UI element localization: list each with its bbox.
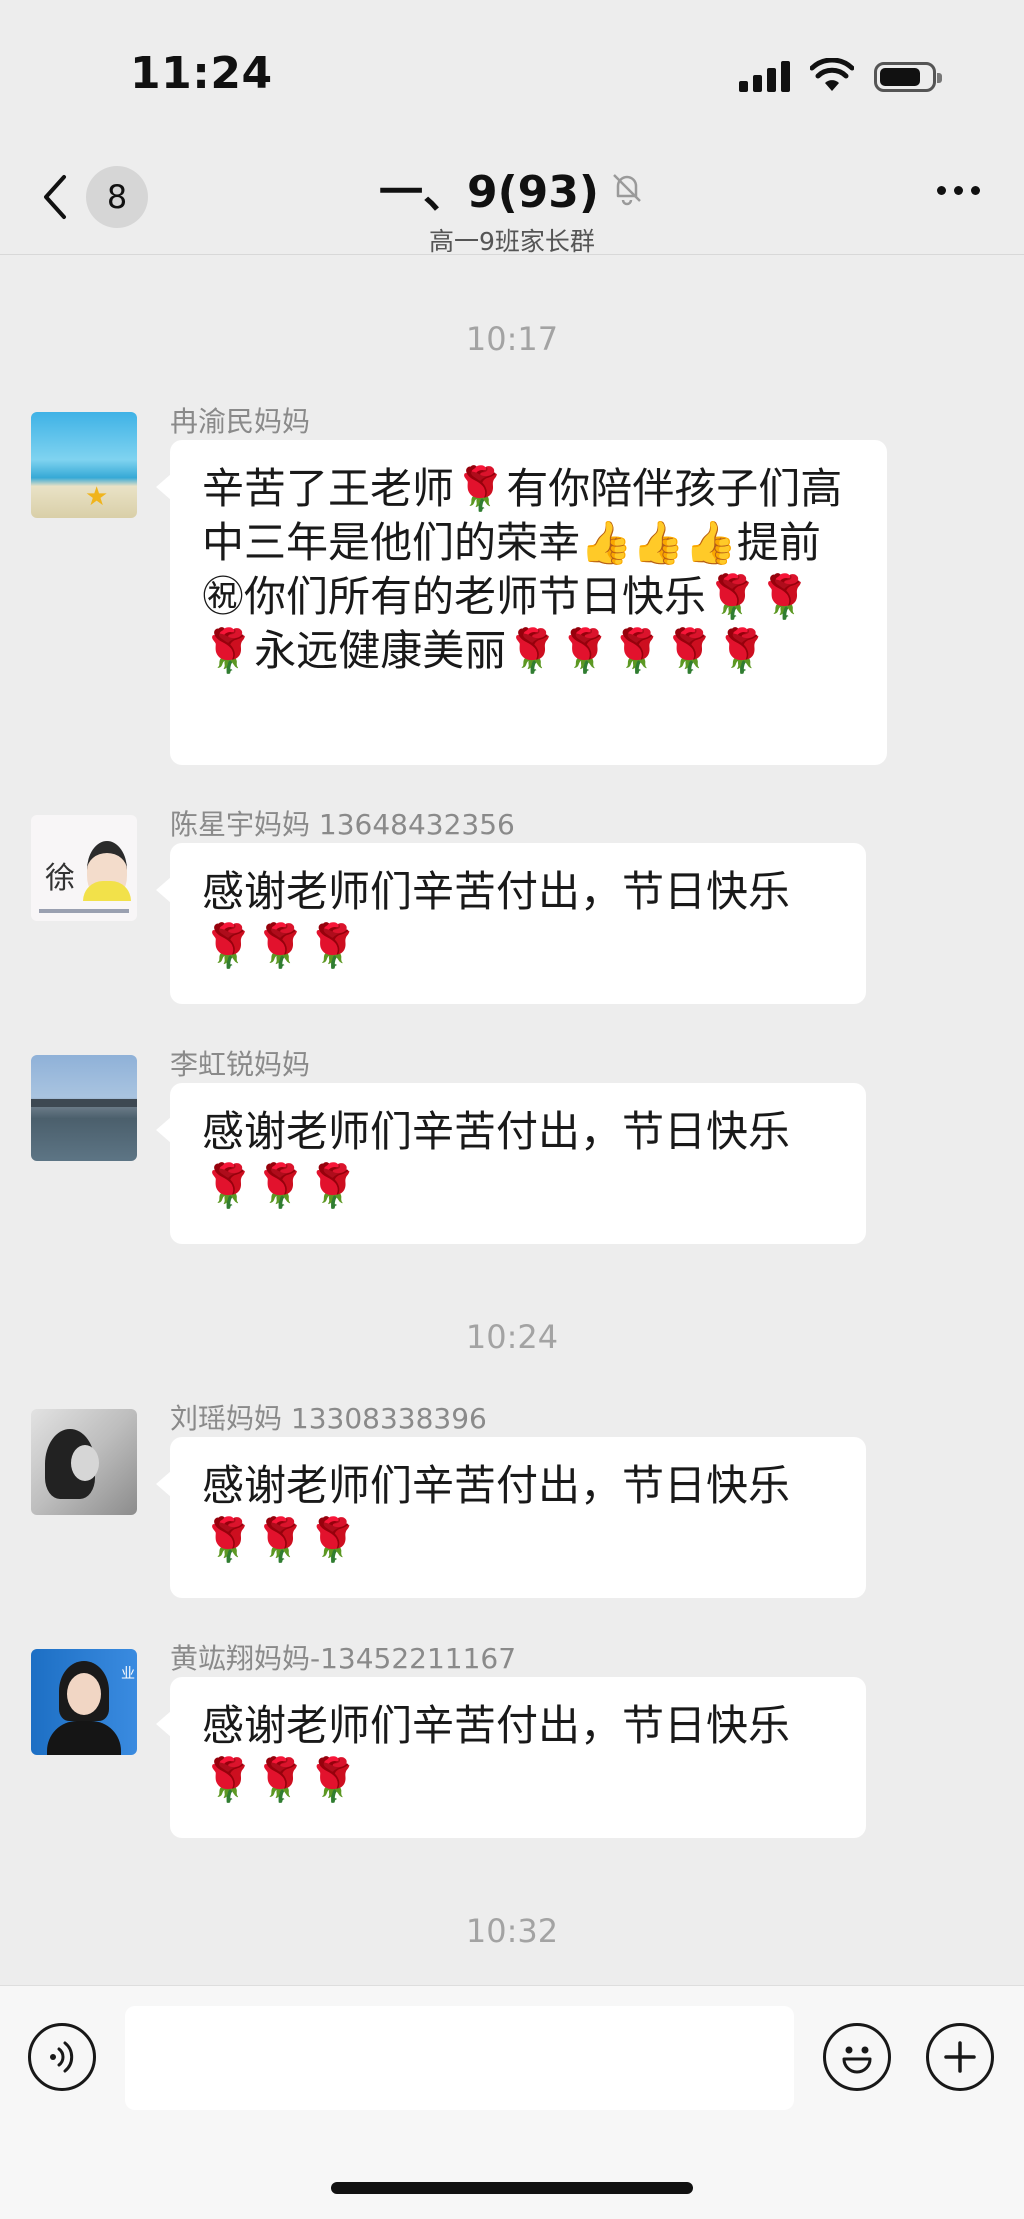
mute-bell-icon: [613, 174, 641, 206]
avatar[interactable]: [31, 1055, 137, 1161]
chat-title-text: 一、9(93): [378, 167, 600, 218]
sender-name: 李虹锐妈妈: [170, 1048, 311, 1081]
sender-name: 黄竑翔妈妈-13452211167: [170, 1642, 517, 1675]
message-bubble[interactable]: 感谢老师们辛苦付出，节日快乐🌹🌹🌹: [156, 1677, 866, 1838]
avatar[interactable]: 业: [31, 1649, 137, 1755]
battery-icon: [874, 62, 942, 92]
plus-button[interactable]: [926, 2023, 994, 2091]
nav-bar: 8 一、9(93) 高一9班家长群: [0, 140, 1024, 258]
message-input[interactable]: [125, 2006, 794, 2110]
emoji-icon: [842, 2046, 872, 2074]
message-bubble[interactable]: 感谢老师们辛苦付出，节日快乐🌹🌹🌹: [156, 1083, 866, 1244]
chat-title[interactable]: 一、9(93): [379, 156, 645, 220]
status-time: 11:24: [130, 48, 273, 99]
sender-name: 冉渝民妈妈: [170, 405, 311, 438]
more-button[interactable]: [937, 186, 980, 195]
sender-name: 刘瑶妈妈 13308338396: [170, 1402, 487, 1435]
chat-header: 一、9(93) 高一9班家长群: [0, 156, 1024, 258]
message-bubble[interactable]: 感谢老师们辛苦付出，节日快乐🌹🌹🌹: [156, 843, 866, 1004]
message-bubble[interactable]: 辛苦了王老师🌹有你陪伴孩子们高中三年是他们的荣幸👍👍👍提前㊗你们所有的老师节日快…: [156, 440, 887, 765]
voice-icon: [50, 2041, 74, 2073]
emoji-button[interactable]: [823, 2023, 891, 2091]
avatar[interactable]: ★: [31, 412, 137, 518]
chat-subtitle: 高一9班家长群: [429, 227, 595, 256]
avatar[interactable]: 徐: [31, 815, 137, 921]
status-bar: 11:24: [0, 0, 1024, 140]
timestamp: 10:24: [465, 1318, 559, 1356]
timestamp: 10:32: [465, 1912, 559, 1950]
wifi-icon: [810, 58, 854, 91]
more-icon: [937, 186, 946, 195]
voice-button[interactable]: [28, 2023, 96, 2091]
home-indicator: [331, 2182, 693, 2194]
cellular-signal-icon: [739, 60, 790, 92]
avatar[interactable]: [31, 1409, 137, 1515]
timestamp: 10:17: [465, 320, 559, 358]
sender-name: 陈星宇妈妈 13648432356: [170, 808, 515, 841]
plus-icon: [944, 2041, 976, 2073]
message-bubble[interactable]: 感谢老师们辛苦付出，节日快乐🌹🌹🌹: [156, 1437, 866, 1598]
status-icons: [739, 58, 942, 92]
